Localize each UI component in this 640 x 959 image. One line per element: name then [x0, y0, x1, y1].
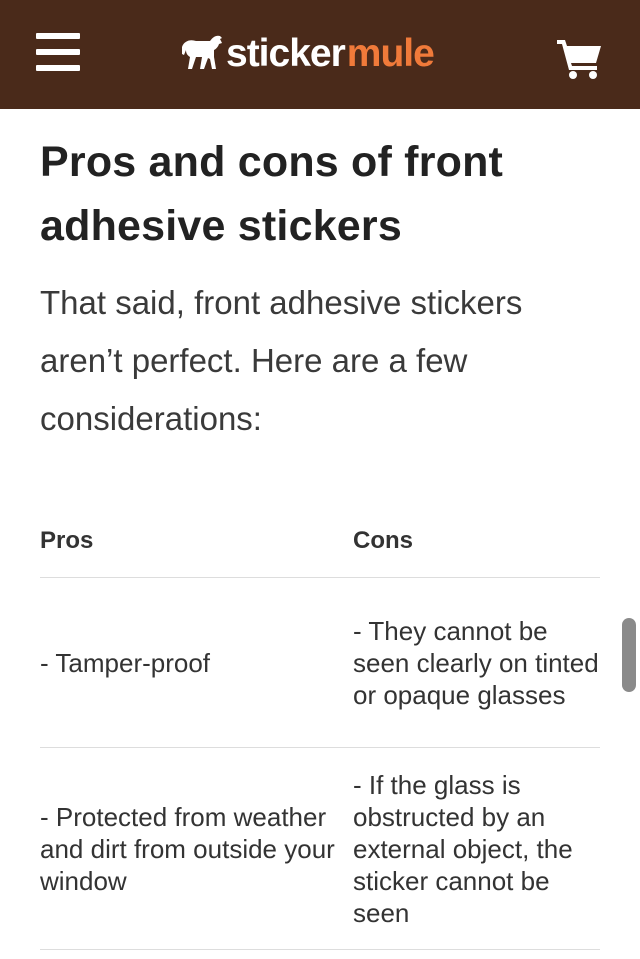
vertical-scrollbar[interactable] — [622, 618, 636, 692]
article-heading: Pros and cons of front adhesive stickers — [40, 138, 504, 250]
table-header-row: Pros Cons — [40, 515, 600, 578]
hamburger-menu-icon[interactable] — [36, 33, 82, 73]
table-row: - Protected from weather and dirt from o… — [40, 748, 600, 950]
logo-text-mule: mule — [346, 31, 435, 75]
con-cell: - If the glass is obstructed by an exter… — [353, 769, 573, 928]
con-cell: - They cannot be seen clearly on tinted … — [353, 615, 599, 710]
shopping-cart-icon[interactable] — [555, 36, 605, 80]
horse-icon — [182, 35, 222, 69]
logo-text-sticker: sticker — [226, 31, 346, 75]
pro-cell: - Tamper-proof — [40, 647, 211, 678]
menu-line — [36, 65, 80, 71]
pros-column-header: Pros — [40, 527, 94, 554]
stickermule-logo[interactable]: sticker mule — [180, 28, 435, 78]
pros-cons-table: Pros Cons - Tamper-proof - They cannot b… — [40, 515, 600, 950]
article-content: Pros and cons of front adhesive stickers… — [40, 130, 600, 448]
article-intro: That said, front adhesive stickers aren’… — [40, 284, 523, 437]
cons-column-header: Cons — [353, 527, 413, 554]
menu-line — [36, 49, 80, 55]
top-navigation-bar: sticker mule — [0, 0, 640, 109]
table-row: - Tamper-proof - They cannot be seen cle… — [40, 578, 600, 748]
pro-cell: - Protected from weather and dirt from o… — [40, 801, 335, 896]
menu-line — [36, 33, 80, 39]
